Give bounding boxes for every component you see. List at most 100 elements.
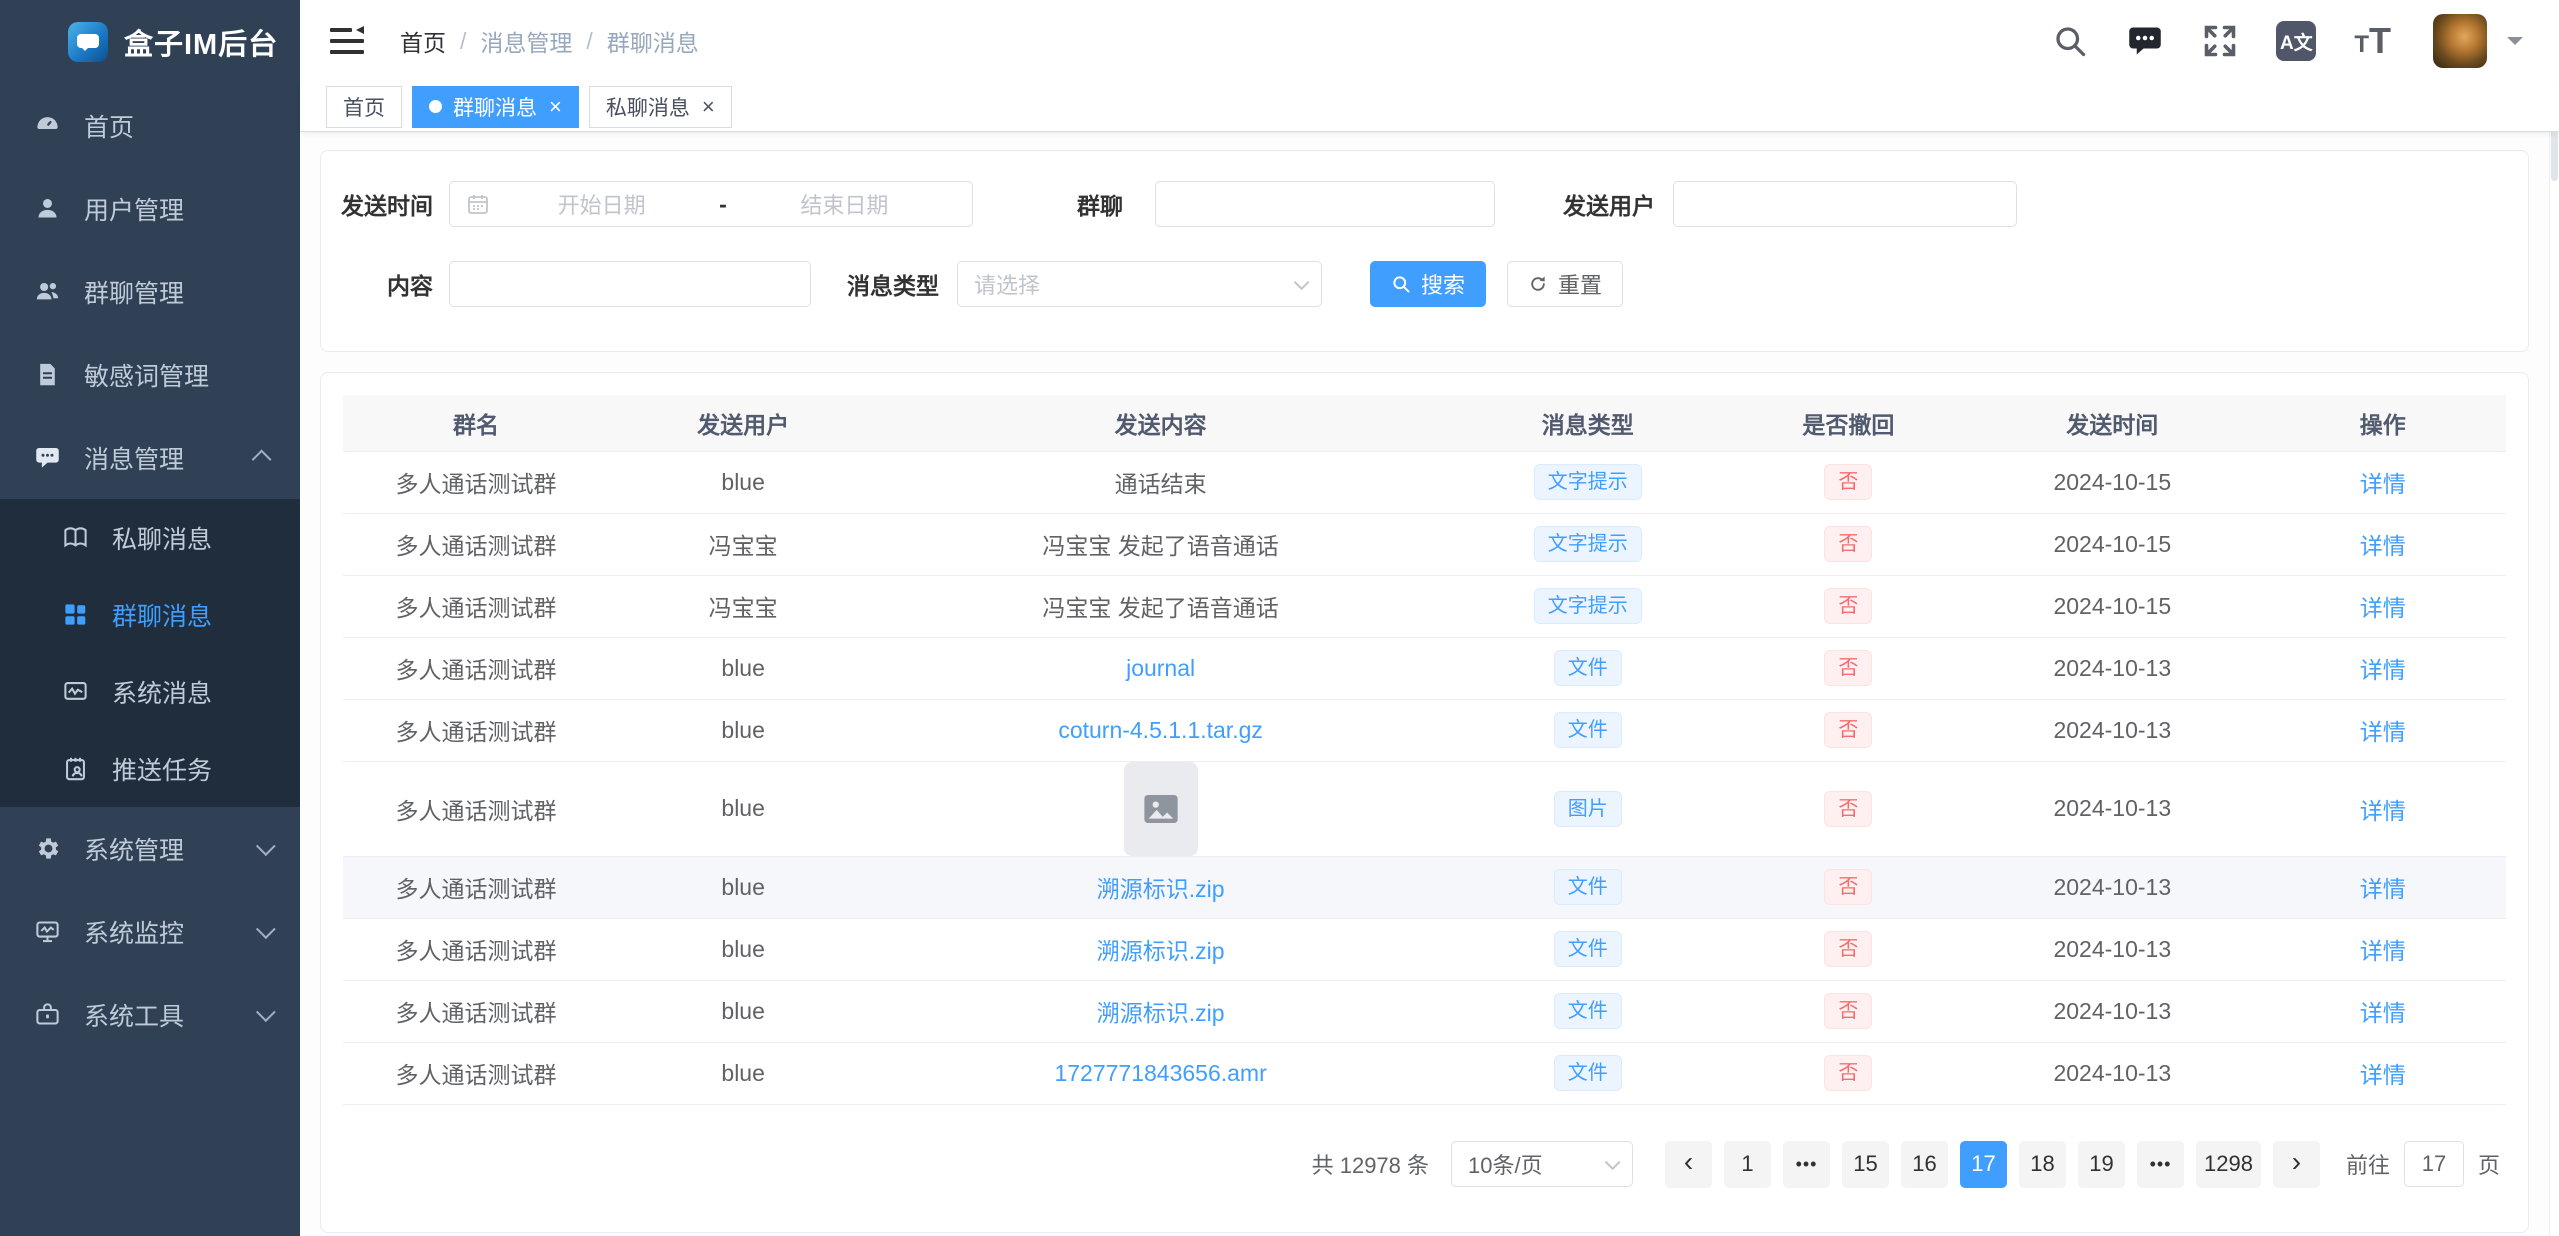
sidebar-item-推送任务[interactable]: 推送任务	[0, 730, 300, 807]
cell-action[interactable]: 详情	[2259, 451, 2506, 513]
cell-content[interactable]: coturn-4.5.1.1.tar.gz	[877, 699, 1444, 761]
cell-content[interactable]: 溯源标识.zip	[877, 918, 1444, 980]
recall-badge: 否	[1824, 1055, 1872, 1091]
cell-action[interactable]: 详情	[2259, 1042, 2506, 1104]
page-size-select[interactable]: 10条/页	[1451, 1141, 1633, 1187]
table-row: 多人通话测试群冯宝宝冯宝宝 发起了语音通话文字提示否2024-10-15详情	[343, 575, 2506, 637]
cell-action[interactable]: 详情	[2259, 980, 2506, 1042]
close-icon[interactable]: ×	[549, 96, 562, 118]
pagination: 共 12978 条 10条/页 ‹ 1•••1516171819•••1298 …	[343, 1141, 2506, 1188]
page-button-15[interactable]: 15	[1842, 1141, 1889, 1188]
chevron-down-icon	[256, 836, 276, 856]
fullscreen-icon[interactable]	[2202, 23, 2238, 59]
file-link[interactable]: journal	[1126, 655, 1195, 681]
font-size-icon[interactable]: TT	[2354, 23, 2391, 59]
sidebar-item-敏感词管理[interactable]: 敏感词管理	[0, 333, 300, 416]
cell-action[interactable]: 详情	[2259, 513, 2506, 575]
breadcrumb-item: 群聊消息	[607, 24, 699, 58]
detail-link[interactable]: 详情	[2360, 876, 2406, 902]
grid-icon	[62, 601, 89, 628]
table-row: 多人通话测试群blue通话结束文字提示否2024-10-15详情	[343, 451, 2506, 513]
sidebar-item-群聊管理[interactable]: 群聊管理	[0, 250, 300, 333]
group-input[interactable]	[1155, 181, 1495, 227]
content-input[interactable]	[449, 261, 811, 307]
scrollbar[interactable]	[2549, 82, 2559, 1236]
message-icon[interactable]	[2126, 23, 2164, 59]
cell-action[interactable]: 详情	[2259, 918, 2506, 980]
cell-action[interactable]: 详情	[2259, 856, 2506, 918]
tab-bar: 首页群聊消息×私聊消息×	[300, 82, 2559, 132]
search-button[interactable]: 搜索	[1370, 261, 1486, 307]
prev-page-button[interactable]: ‹	[1665, 1141, 1712, 1188]
cell-content[interactable]: 溯源标识.zip	[877, 980, 1444, 1042]
sidebar-collapse-icon[interactable]	[330, 26, 364, 56]
cell-content[interactable]: 溯源标识.zip	[877, 856, 1444, 918]
file-link[interactable]: 溯源标识.zip	[1097, 938, 1225, 964]
avatar[interactable]	[2433, 14, 2487, 68]
table-row: 多人通话测试群blue1727771843656.amr文件否2024-10-1…	[343, 1042, 2506, 1104]
file-link[interactable]: coturn-4.5.1.1.tar.gz	[1058, 717, 1263, 743]
search-icon[interactable]	[2052, 23, 2088, 59]
caret-down-icon[interactable]	[2507, 37, 2523, 53]
detail-link[interactable]: 详情	[2360, 798, 2406, 824]
reset-button[interactable]: 重置	[1507, 261, 1623, 307]
cell-action[interactable]: 详情	[2259, 699, 2506, 761]
detail-link[interactable]: 详情	[2360, 719, 2406, 745]
cell-message-type: 文件	[1444, 918, 1732, 980]
more-pages-icon[interactable]: •••	[2137, 1141, 2184, 1188]
detail-link[interactable]: 详情	[2360, 471, 2406, 497]
file-link[interactable]: 1727771843656.amr	[1054, 1060, 1266, 1086]
file-link[interactable]: 溯源标识.zip	[1097, 876, 1225, 902]
page-button-18[interactable]: 18	[2019, 1141, 2066, 1188]
detail-link[interactable]: 详情	[2360, 1062, 2406, 1088]
sidebar-item-label: 系统管理	[84, 831, 256, 867]
page-button-16[interactable]: 16	[1901, 1141, 1948, 1188]
cell-action[interactable]: 详情	[2259, 575, 2506, 637]
sidebar-item-消息管理[interactable]: 消息管理	[0, 416, 300, 499]
sidebar-item-系统监控[interactable]: 系统监控	[0, 890, 300, 973]
message-type-badge: 文字提示	[1534, 526, 1642, 562]
type-select[interactable]: 请选择	[957, 261, 1322, 307]
sidebar-item-群聊消息[interactable]: 群聊消息	[0, 576, 300, 653]
recall-badge: 否	[1824, 869, 1872, 905]
detail-link[interactable]: 详情	[2360, 938, 2406, 964]
translate-icon[interactable]: A文	[2276, 21, 2316, 61]
image-thumbnail[interactable]	[1124, 762, 1198, 856]
date-range-input[interactable]: 开始日期 - 结束日期	[449, 181, 973, 227]
more-pages-icon[interactable]: •••	[1783, 1141, 1830, 1188]
cell-content[interactable]: journal	[877, 637, 1444, 699]
page-button-19[interactable]: 19	[2078, 1141, 2125, 1188]
cell-sender: 冯宝宝	[609, 575, 877, 637]
detail-link[interactable]: 详情	[2360, 595, 2406, 621]
file-link[interactable]: 溯源标识.zip	[1097, 1000, 1225, 1026]
page-button-1[interactable]: 1	[1724, 1141, 1771, 1188]
detail-link[interactable]: 详情	[2360, 533, 2406, 559]
cell-action[interactable]: 详情	[2259, 637, 2506, 699]
close-icon[interactable]: ×	[702, 96, 715, 118]
sidebar-item-系统消息[interactable]: 系统消息	[0, 653, 300, 730]
goto-page-input[interactable]: 17	[2404, 1141, 2464, 1187]
cell-content[interactable]: 1727771843656.amr	[877, 1042, 1444, 1104]
sidebar-item-用户管理[interactable]: 用户管理	[0, 167, 300, 250]
content-label: 内容	[341, 267, 433, 301]
cell-sender: blue	[609, 637, 877, 699]
sidebar-item-首页[interactable]: 首页	[0, 84, 300, 167]
sidebar-item-系统工具[interactable]: 系统工具	[0, 973, 300, 1056]
message-type-badge: 文件	[1554, 1055, 1622, 1091]
page-button-17[interactable]: 17	[1960, 1141, 2007, 1188]
detail-link[interactable]: 详情	[2360, 657, 2406, 683]
breadcrumb-item[interactable]: 首页	[400, 24, 446, 58]
column-header-发送内容: 发送内容	[877, 395, 1444, 451]
tab-首页[interactable]: 首页	[326, 86, 402, 128]
recall-badge: 否	[1824, 650, 1872, 686]
next-page-button[interactable]: ›	[2273, 1141, 2320, 1188]
tab-私聊消息[interactable]: 私聊消息×	[589, 86, 732, 128]
tab-群聊消息[interactable]: 群聊消息×	[412, 86, 579, 128]
sidebar-item-系统管理[interactable]: 系统管理	[0, 807, 300, 890]
detail-link[interactable]: 详情	[2360, 1000, 2406, 1026]
sender-input[interactable]	[1673, 181, 2017, 227]
cell-action[interactable]: 详情	[2259, 761, 2506, 856]
cell-send-time: 2024-10-13	[1965, 699, 2259, 761]
page-button-1298[interactable]: 1298	[2196, 1141, 2261, 1188]
sidebar-item-私聊消息[interactable]: 私聊消息	[0, 499, 300, 576]
